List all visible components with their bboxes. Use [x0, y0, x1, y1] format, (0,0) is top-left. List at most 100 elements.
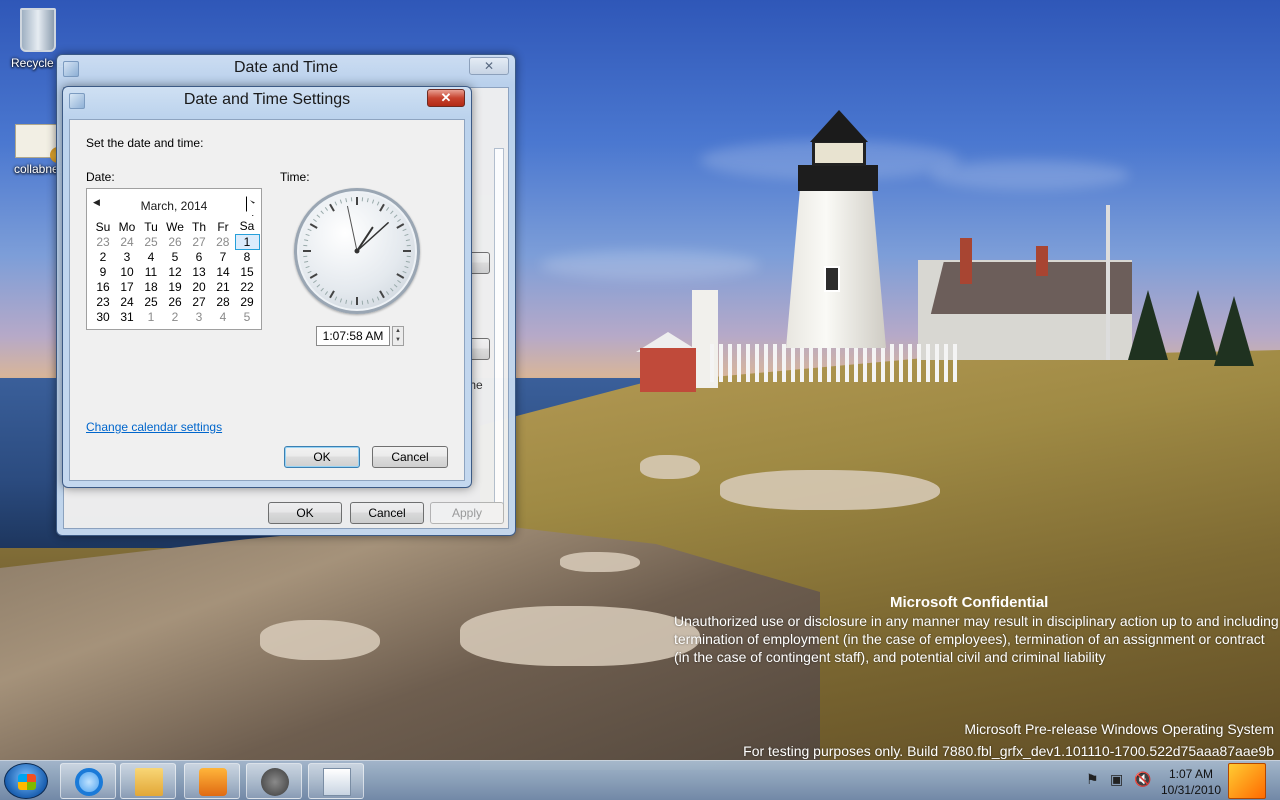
- calendar-day[interactable]: 17: [115, 279, 139, 294]
- clock-minute-tick: [404, 265, 409, 269]
- start-button[interactable]: [4, 763, 48, 799]
- calendar-day[interactable]: 26: [163, 294, 187, 309]
- clock-minute-tick: [305, 233, 310, 237]
- cancel-button[interactable]: Cancel: [350, 502, 424, 524]
- calendar-day[interactable]: 18: [139, 279, 163, 294]
- calendar-day[interactable]: 8: [235, 249, 259, 264]
- calendar-day[interactable]: 13: [187, 264, 211, 279]
- calendar-day[interactable]: 29: [235, 294, 259, 309]
- calendar-day[interactable]: 25: [139, 294, 163, 309]
- watermark-body: Unauthorized use or disclosure in any ma…: [674, 613, 1279, 665]
- ok-button[interactable]: OK: [268, 502, 342, 524]
- close-button[interactable]: ✕: [427, 89, 465, 107]
- calendar-day[interactable]: 11: [139, 264, 163, 279]
- calendar-day[interactable]: 27: [187, 294, 211, 309]
- spin-down-icon[interactable]: ▼: [393, 336, 403, 345]
- calendar-day[interactable]: 10: [115, 264, 139, 279]
- clock-minute-tick: [339, 298, 343, 303]
- clock-minute-tick: [397, 279, 401, 284]
- calendar-day[interactable]: 16: [91, 279, 115, 294]
- calendar-day[interactable]: 12: [163, 264, 187, 279]
- taskbar-windows-explorer[interactable]: [120, 763, 176, 799]
- apply-button[interactable]: Apply: [430, 502, 504, 524]
- watermark-build-line1: Microsoft Pre-release Windows Operating …: [964, 721, 1274, 737]
- calendar[interactable]: ◀ March, 2014 ▶ Su Mo Tu We Th Fr Sa 23 …: [86, 188, 262, 330]
- taskbar-date-and-time[interactable]: [308, 763, 364, 799]
- clock-minute-tick: [339, 199, 343, 204]
- taskbar-clock[interactable]: 1:07 AM 10/31/2010: [1158, 766, 1224, 798]
- calendar-month-title[interactable]: March, 2014: [87, 199, 261, 213]
- clock-minute-tick: [385, 291, 390, 295]
- clock-minute-tick: [324, 207, 329, 211]
- calendar-day[interactable]: 27: [187, 234, 211, 249]
- calendar-day[interactable]: 7: [211, 249, 235, 264]
- cancel-button[interactable]: Cancel: [372, 446, 448, 468]
- clock-hour-tick: [329, 203, 335, 212]
- clock-minute-tick: [320, 210, 324, 215]
- clock-hour-tick: [309, 223, 318, 229]
- calendar-day[interactable]: 22: [235, 279, 259, 294]
- clock-hour-tick: [379, 203, 385, 212]
- calendar-day[interactable]: 6: [187, 249, 211, 264]
- dialog-client-area: Set the date and time: Date: Time: ◀ Mar…: [69, 119, 465, 481]
- calendar-day[interactable]: 4: [211, 309, 235, 324]
- calendar-day[interactable]: 31: [115, 309, 139, 324]
- calendar-day[interactable]: 24: [115, 234, 139, 249]
- media-player-icon: [199, 768, 227, 796]
- calendar-day[interactable]: 3: [115, 249, 139, 264]
- ok-button[interactable]: OK: [284, 446, 360, 468]
- calendar-day[interactable]: 19: [163, 279, 187, 294]
- taskbar-raccoon-app[interactable]: [246, 763, 302, 799]
- taskbar-media-center[interactable]: [184, 763, 240, 799]
- day-header: Sa: [239, 219, 255, 234]
- calendar-day[interactable]: 5: [163, 249, 187, 264]
- calendar-day[interactable]: 25: [139, 234, 163, 249]
- calendar-day[interactable]: 9: [91, 264, 115, 279]
- calendar-day[interactable]: 4: [139, 249, 163, 264]
- clock-minute-tick: [404, 233, 409, 237]
- clock-hour-tick: [379, 290, 385, 299]
- watermark-build-line2: For testing purposes only. Build 7880.fb…: [743, 743, 1274, 759]
- date-label: Date:: [86, 170, 115, 184]
- calendar-day[interactable]: 23: [91, 294, 115, 309]
- calendar-week: 9 10 11 12 13 14 15: [91, 264, 259, 279]
- clock-minute-tick: [390, 210, 394, 215]
- clock-minute-tick: [345, 198, 348, 203]
- close-button[interactable]: ✕: [469, 57, 509, 75]
- clock-minute-tick: [366, 198, 369, 203]
- calendar-grid: Su Mo Tu We Th Fr Sa 23 24 25 26 27 28 1: [91, 219, 260, 324]
- calendar-day[interactable]: 1: [139, 309, 163, 324]
- show-desktop-button[interactable]: [1228, 763, 1266, 799]
- calendar-day[interactable]: 15: [235, 264, 259, 279]
- calendar-day[interactable]: 26: [163, 234, 187, 249]
- volume-muted-icon[interactable]: 🔇: [1134, 771, 1151, 788]
- time-input[interactable]: 1:07:58 AM: [316, 326, 390, 346]
- clock-minute-tick: [366, 299, 369, 304]
- calendar-day[interactable]: 23: [91, 234, 115, 249]
- calendar-day[interactable]: 28: [211, 294, 235, 309]
- calendar-day-selected[interactable]: 1: [234, 233, 260, 250]
- calendar-day[interactable]: 3: [187, 309, 211, 324]
- calendar-day[interactable]: 2: [91, 249, 115, 264]
- calendar-day[interactable]: 28: [211, 234, 235, 249]
- action-center-flag-icon[interactable]: ⚑: [1086, 771, 1099, 788]
- taskbar-date: 10/31/2010: [1160, 783, 1222, 797]
- network-icon[interactable]: ▣: [1110, 771, 1123, 788]
- change-calendar-settings-link[interactable]: Change calendar settings: [86, 420, 222, 434]
- calendar-day[interactable]: 2: [163, 309, 187, 324]
- calendar-day[interactable]: 20: [187, 279, 211, 294]
- calendar-day[interactable]: 30: [91, 309, 115, 324]
- clock-minute-tick: [390, 287, 394, 292]
- clock-hour-tick: [396, 223, 405, 229]
- recycle-bin-icon: [20, 8, 56, 52]
- spin-up-icon[interactable]: ▲: [393, 327, 403, 336]
- raccoon-icon: [261, 768, 289, 796]
- calendar-day[interactable]: 24: [115, 294, 139, 309]
- time-spinner[interactable]: ▲ ▼: [392, 326, 404, 346]
- calendar-day[interactable]: 5: [235, 309, 259, 324]
- taskbar: ⚑ ▣ 🔇 1:07 AM 10/31/2010: [0, 760, 1280, 800]
- taskbar-internet-explorer[interactable]: [60, 763, 116, 799]
- clock-minute-tick: [376, 201, 380, 206]
- calendar-day[interactable]: 21: [211, 279, 235, 294]
- calendar-day[interactable]: 14: [211, 264, 235, 279]
